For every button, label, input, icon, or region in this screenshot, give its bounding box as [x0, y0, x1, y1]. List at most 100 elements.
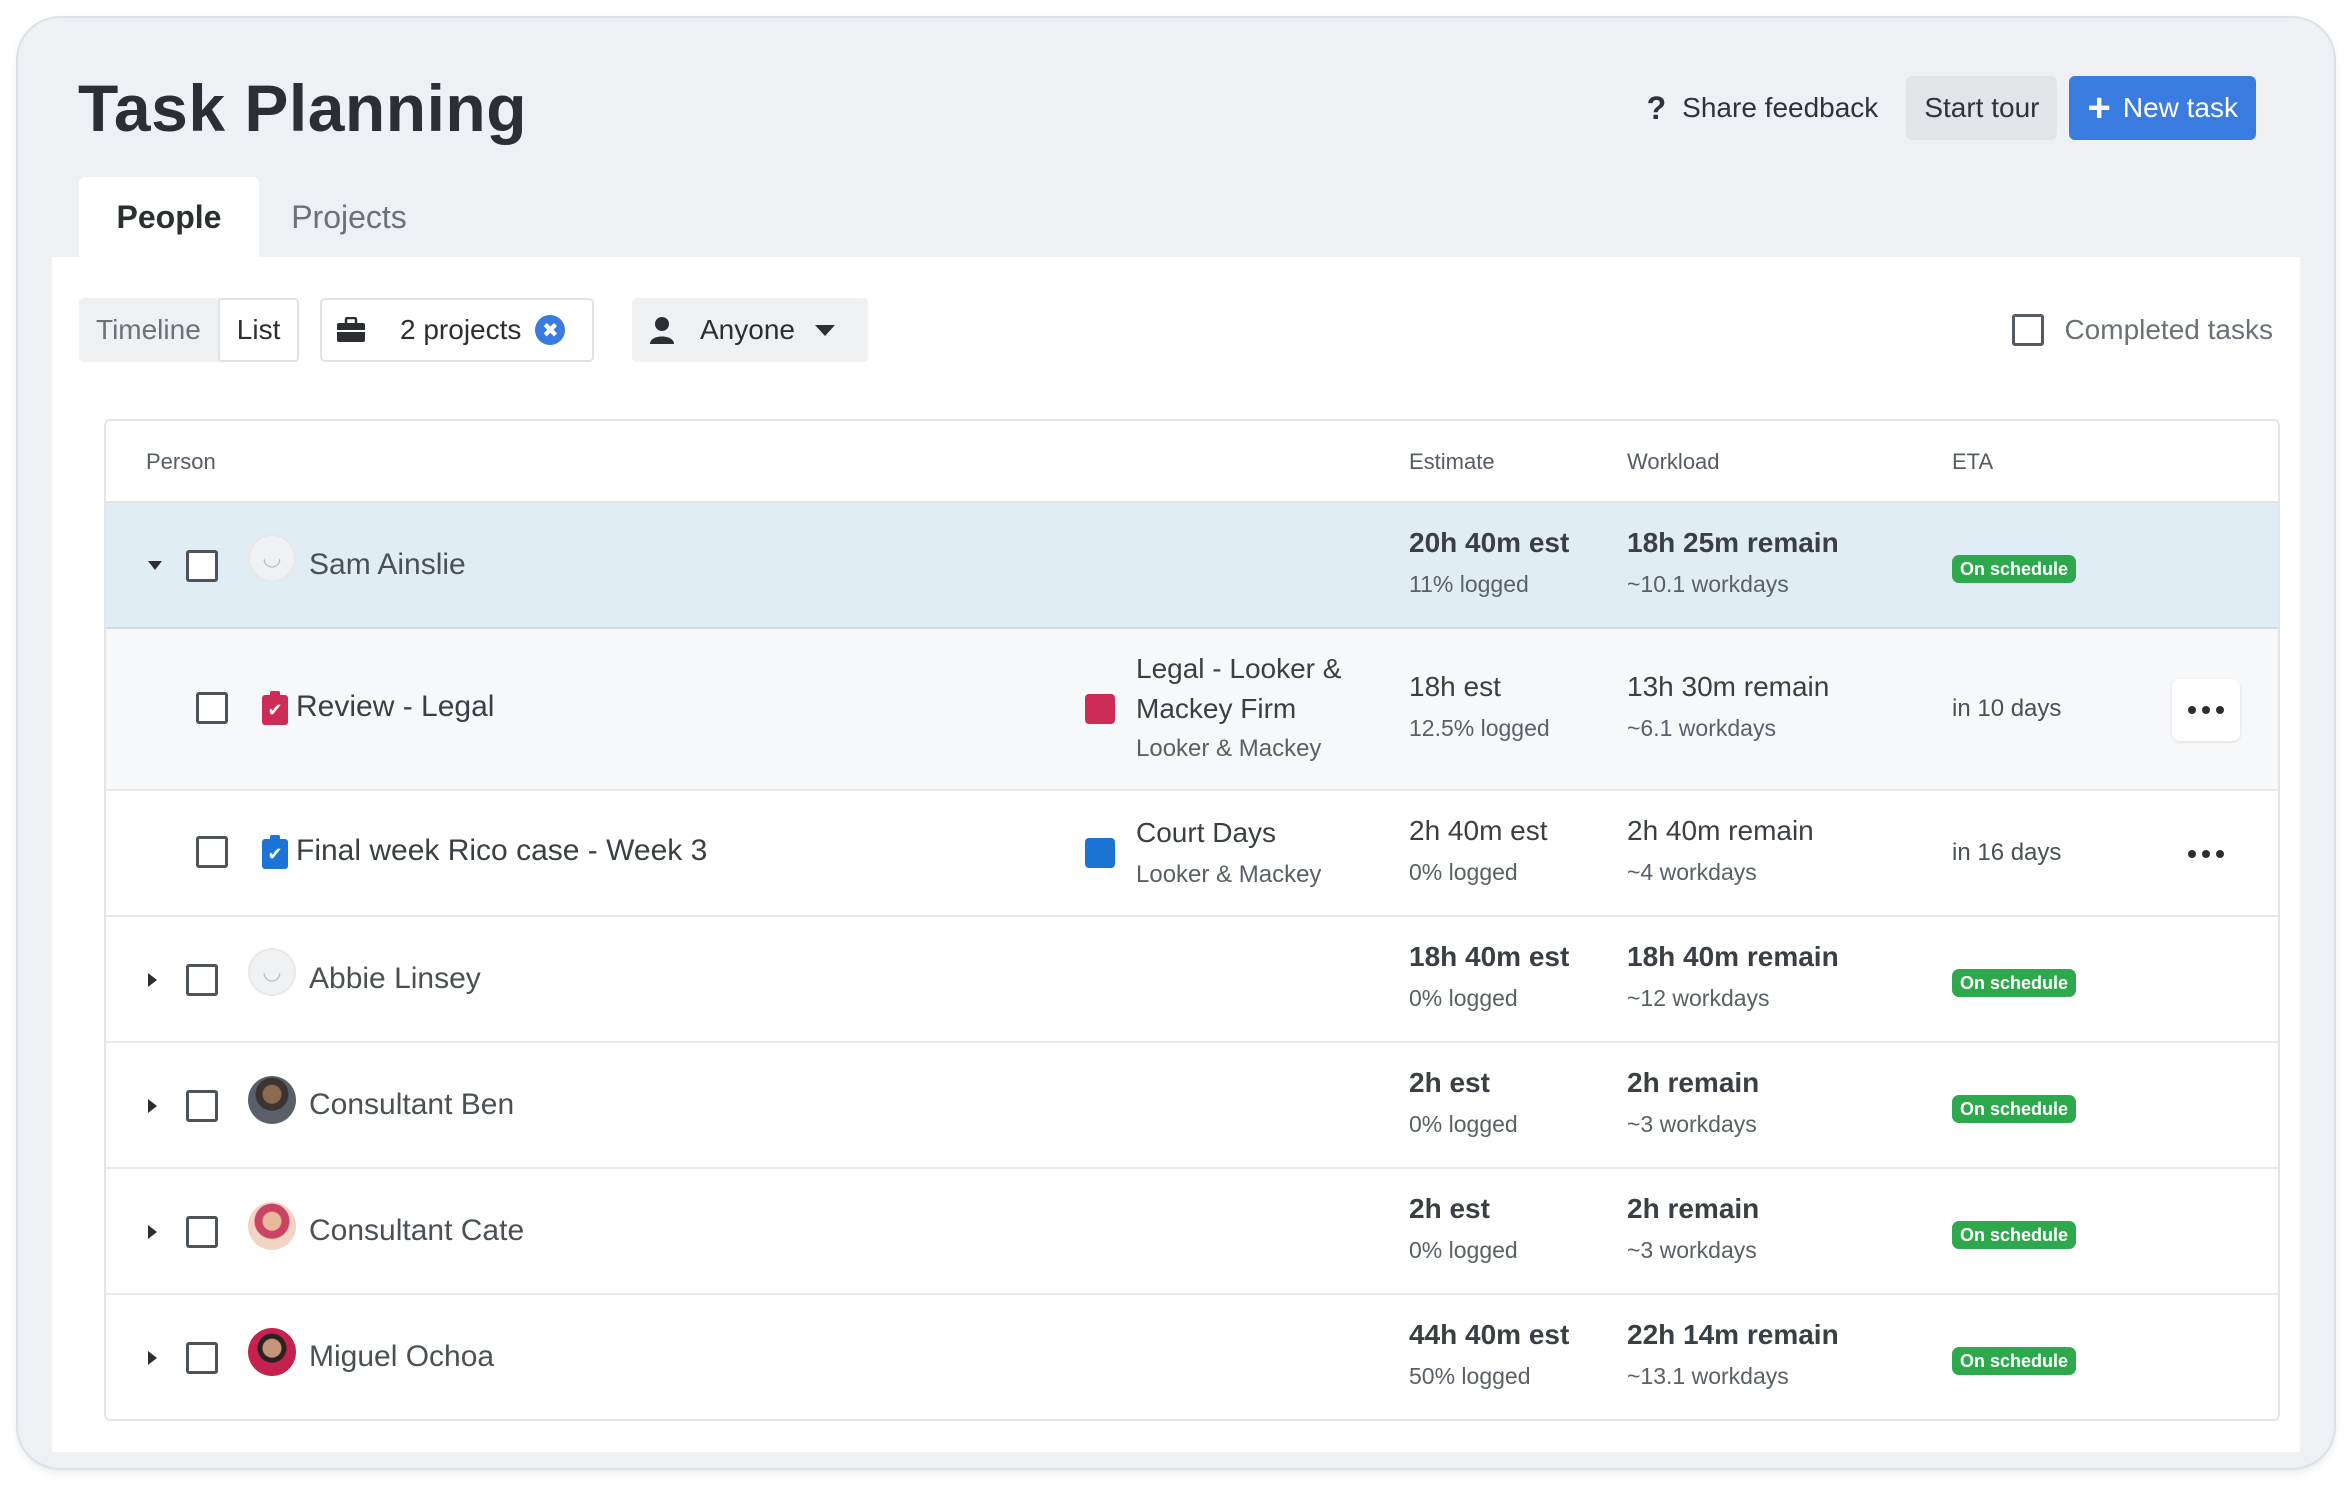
- project-color-swatch: [1085, 838, 1115, 868]
- person-name[interactable]: Sam Ainslie: [309, 548, 466, 582]
- question-icon: ?: [1646, 89, 1667, 126]
- completed-tasks-toggle[interactable]: Completed tasks: [2012, 298, 2273, 362]
- column-person: Person: [146, 449, 216, 474]
- clear-filter-icon[interactable]: ✖: [535, 315, 566, 345]
- person-filter-label: Anyone: [700, 314, 795, 345]
- on-schedule-badge: On schedule: [1952, 1347, 2077, 1375]
- header-actions: ? Share feedback Start tour + New task: [1647, 76, 2256, 140]
- workdays-value: ~12 workdays: [1627, 985, 1770, 1011]
- task-name[interactable]: Final week Rico case - Week 3: [296, 834, 707, 868]
- on-schedule-badge: On schedule: [1952, 1221, 2077, 1249]
- briefcase-icon: [337, 317, 365, 342]
- page-title: Task Planning: [78, 71, 528, 145]
- task-planning-window: Task Planning ? Share feedback Start tou…: [18, 18, 2334, 1468]
- expand-icon[interactable]: [148, 1225, 157, 1239]
- logged-value: 0% logged: [1409, 1237, 1518, 1263]
- remain-value: 18h 40m remain: [1627, 941, 1839, 972]
- person-name[interactable]: Consultant Cate: [309, 1214, 524, 1248]
- estimate-value: 18h est: [1409, 671, 1501, 702]
- estimate-value: 20h 40m est: [1409, 527, 1570, 558]
- people-table: Person Estimate Workload ETA ◡ Sam Ainsl…: [104, 419, 2280, 1421]
- avatar: [248, 1202, 296, 1250]
- new-task-label: New task: [2122, 92, 2238, 123]
- chevron-down-icon: [814, 324, 835, 336]
- more-options-button[interactable]: [2172, 823, 2240, 885]
- logged-value: 11% logged: [1409, 571, 1529, 597]
- completed-tasks-checkbox[interactable]: [2012, 314, 2045, 346]
- task-clipboard-icon: ✔: [262, 835, 288, 869]
- remain-value: 18h 25m remain: [1627, 527, 1839, 558]
- task-row-review-legal[interactable]: ✔ Review - Legal Legal - Looker & Mackey…: [106, 629, 2278, 791]
- table-row-consultant-ben[interactable]: Consultant Ben 2h est 0% logged 2h remai…: [106, 1043, 2278, 1169]
- person-name[interactable]: Miguel Ochoa: [309, 1340, 494, 1374]
- toolbar: Timeline List 2 projects ✖ Anyone Comple…: [79, 298, 2273, 362]
- remain-value: 13h 30m remain: [1627, 671, 1830, 702]
- row-checkbox[interactable]: [186, 1090, 218, 1122]
- project-name: Court Days: [1136, 817, 1277, 848]
- column-workload: Workload: [1627, 449, 1720, 474]
- view-toggle: Timeline List: [79, 298, 300, 362]
- collapse-icon[interactable]: [148, 561, 162, 570]
- avatar-placeholder-icon: ◡: [248, 948, 296, 996]
- workdays-value: ~3 workdays: [1627, 1237, 1757, 1263]
- workdays-value: ~13.1 workdays: [1627, 1363, 1789, 1389]
- project-color-swatch: [1085, 694, 1115, 724]
- more-options-button[interactable]: [2172, 679, 2240, 741]
- completed-tasks-label: Completed tasks: [2064, 314, 2273, 345]
- workdays-value: ~6.1 workdays: [1627, 715, 1776, 741]
- workdays-value: ~10.1 workdays: [1627, 571, 1789, 597]
- new-task-button[interactable]: + New task: [2069, 76, 2256, 140]
- expand-icon[interactable]: [148, 1351, 157, 1365]
- person-name[interactable]: Consultant Ben: [309, 1088, 514, 1122]
- estimate-value: 2h 40m est: [1409, 815, 1548, 846]
- row-checkbox[interactable]: [186, 964, 218, 996]
- project-name: Legal - Looker & Mackey Firm: [1136, 653, 1342, 724]
- row-checkbox[interactable]: [186, 1342, 218, 1374]
- timeline-view-option[interactable]: Timeline: [79, 298, 218, 362]
- estimate-value: 2h est: [1409, 1067, 1490, 1098]
- table-row-abbie-linsey[interactable]: ◡ Abbie Linsey 18h 40m est 0% logged 18h…: [106, 917, 2278, 1043]
- workdays-value: ~4 workdays: [1627, 859, 1757, 885]
- logged-value: 50% logged: [1409, 1363, 1531, 1389]
- project-client: Looker & Mackey: [1136, 735, 1322, 762]
- remain-value: 2h 40m remain: [1627, 815, 1814, 846]
- person-name[interactable]: Abbie Linsey: [309, 962, 481, 996]
- avatar-placeholder-icon: ◡: [248, 534, 296, 582]
- projects-filter-label: 2 projects: [400, 314, 522, 345]
- share-feedback-label: Share feedback: [1682, 92, 1879, 123]
- table-row-consultant-cate[interactable]: Consultant Cate 2h est 0% logged 2h rema…: [106, 1169, 2278, 1295]
- task-checkbox[interactable]: [196, 692, 228, 724]
- table-row-sam-ainslie[interactable]: ◡ Sam Ainslie 20h 40m est 11% logged 18h…: [106, 503, 2278, 629]
- remain-value: 2h remain: [1627, 1193, 1760, 1224]
- task-clipboard-icon: ✔: [262, 691, 288, 725]
- table-header: Person Estimate Workload ETA: [106, 421, 2278, 503]
- expand-icon[interactable]: [148, 973, 157, 987]
- logged-value: 0% logged: [1409, 1111, 1518, 1137]
- logged-value: 0% logged: [1409, 985, 1518, 1011]
- expand-icon[interactable]: [148, 1099, 157, 1113]
- eta-value: in 16 days: [1952, 839, 2062, 866]
- estimate-value: 18h 40m est: [1409, 941, 1570, 972]
- table-row-miguel-ochoa[interactable]: Miguel Ochoa 44h 40m est 50% logged 22h …: [106, 1295, 2278, 1419]
- row-checkbox[interactable]: [186, 550, 218, 582]
- plus-icon: +: [2087, 86, 2111, 130]
- task-name[interactable]: Review - Legal: [296, 690, 494, 724]
- projects-filter[interactable]: 2 projects ✖: [320, 298, 594, 362]
- person-filter-dropdown[interactable]: Anyone: [632, 298, 868, 362]
- start-tour-button[interactable]: Start tour: [1906, 76, 2058, 140]
- list-view-option[interactable]: List: [217, 298, 300, 362]
- share-feedback-button[interactable]: ? Share feedback: [1647, 90, 1879, 127]
- logged-value: 12.5% logged: [1409, 715, 1550, 741]
- row-checkbox[interactable]: [186, 1216, 218, 1248]
- tab-projects[interactable]: Projects: [259, 177, 439, 257]
- column-eta: ETA: [1952, 449, 1994, 474]
- tab-people[interactable]: People: [79, 177, 259, 257]
- estimate-value: 2h est: [1409, 1193, 1490, 1224]
- task-row-final-week-rico[interactable]: ✔ Final week Rico case - Week 3 Court Da…: [106, 791, 2278, 917]
- remain-value: 2h remain: [1627, 1067, 1760, 1098]
- column-estimate: Estimate: [1409, 449, 1495, 474]
- view-tabs: People Projects: [79, 177, 439, 257]
- on-schedule-badge: On schedule: [1952, 969, 2077, 997]
- on-schedule-badge: On schedule: [1952, 555, 2077, 583]
- task-checkbox[interactable]: [196, 836, 228, 868]
